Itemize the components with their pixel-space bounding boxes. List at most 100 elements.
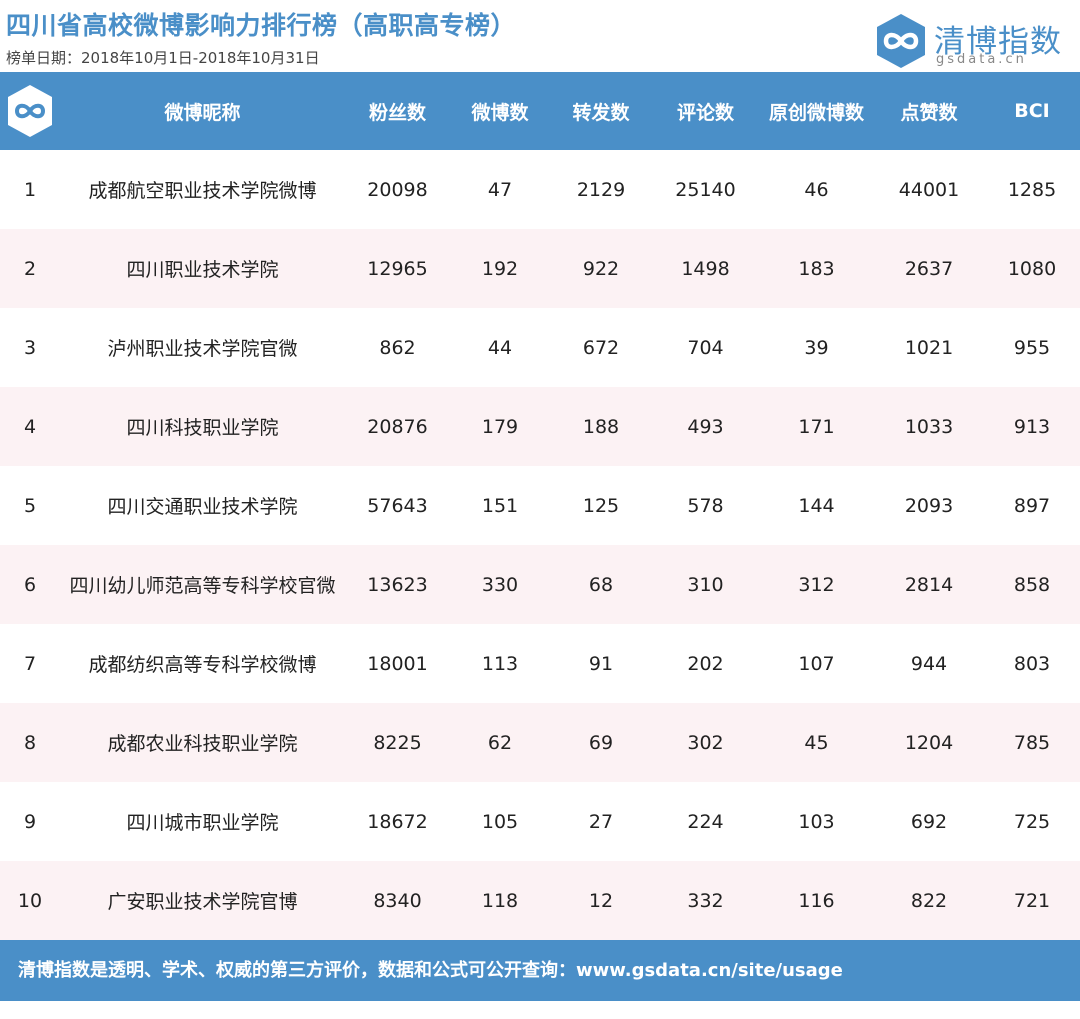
bci-cell: 721 — [984, 861, 1080, 940]
table-row: 2 四川职业技术学院 12965 192 922 1498 183 2637 1… — [0, 229, 1080, 308]
reposts-cell: 68 — [550, 545, 652, 624]
followers-cell: 13623 — [345, 545, 450, 624]
posts-cell: 330 — [450, 545, 550, 624]
likes-cell: 822 — [874, 861, 984, 940]
original-posts-cell: 171 — [759, 387, 874, 466]
original-posts-cell: 39 — [804, 336, 829, 359]
table-row: 7 成都纺织高等专科学校微博 18001 113 91 202 107 944 … — [0, 624, 1080, 703]
column-header-reposts[interactable]: 转发数 — [550, 72, 652, 150]
followers-cell: 18672 — [367, 810, 428, 833]
column-header-bci[interactable]: BCI — [984, 72, 1080, 150]
posts-cell: 62 — [450, 703, 550, 782]
original-posts-cell: 116 — [759, 861, 874, 940]
table-row: 8 成都农业科技职业学院 8225 62 69 302 45 1204 785 — [0, 703, 1080, 782]
likes-cell: 44001 — [898, 178, 960, 201]
original-posts-cell: 103 — [798, 810, 835, 833]
table-row: 4 四川科技职业学院 20876 179 188 493 171 1033 91… — [0, 387, 1080, 466]
comments-cell: 704 — [687, 336, 724, 359]
comments-cell: 1498 — [652, 229, 759, 308]
followers-cell: 57643 — [367, 494, 428, 517]
original-posts-cell: 107 — [798, 652, 835, 675]
column-header-comments[interactable]: 评论数 — [652, 72, 759, 150]
rank-cell: 8 — [0, 703, 60, 782]
rank-cell: 3 — [23, 336, 37, 359]
rank-cell: 9 — [23, 810, 37, 833]
followers-cell: 20098 — [367, 178, 428, 201]
account-name-cell: 四川幼儿师范高等专科学校官微 — [60, 545, 345, 624]
bci-cell: 955 — [1013, 336, 1051, 359]
original-posts-cell: 46 — [804, 178, 829, 201]
followers-cell: 8225 — [345, 703, 450, 782]
column-header-weibo-name[interactable]: 微博昵称 — [60, 72, 345, 150]
comments-cell: 578 — [687, 494, 724, 517]
bci-cell: 913 — [984, 387, 1080, 466]
page-header: 四川省高校微博影响力排行榜（高职高专榜） 榜单日期：2018年10月1日-201… — [0, 0, 1080, 72]
posts-cell: 192 — [450, 229, 550, 308]
column-header-followers[interactable]: 粉丝数 — [345, 72, 450, 150]
rank-cell: 2 — [0, 229, 60, 308]
original-posts-cell: 183 — [759, 229, 874, 308]
posts-cell: 151 — [481, 494, 519, 517]
comments-cell: 332 — [652, 861, 759, 940]
rank-cell: 7 — [23, 652, 37, 675]
likes-cell: 2093 — [904, 494, 954, 517]
rank-cell: 1 — [23, 178, 37, 201]
ranking-table: 微博昵称 粉丝数 微博数 转发数 评论数 原创微博数 点赞数 BCI 1 成都航… — [0, 72, 1080, 940]
comments-cell: 493 — [652, 387, 759, 466]
brand-logo: 清博指数 gsdata.cn — [872, 12, 1072, 68]
table-row: 1 成都航空职业技术学院微博 20098 47 2129 25140 46 44… — [0, 150, 1080, 229]
account-name-cell: 四川职业技术学院 — [60, 229, 345, 308]
followers-cell: 862 — [379, 336, 416, 359]
likes-cell: 944 — [910, 652, 948, 675]
date-range: 榜单日期：2018年10月1日-2018年10月31日 — [6, 49, 320, 67]
reposts-cell: 69 — [550, 703, 652, 782]
comments-cell: 302 — [652, 703, 759, 782]
posts-cell: 47 — [487, 178, 513, 201]
account-name-cell: 成都纺织高等专科学校微博 — [88, 654, 317, 676]
bci-cell: 725 — [1013, 810, 1051, 833]
bci-cell: 1080 — [984, 229, 1080, 308]
original-posts-cell: 144 — [798, 494, 835, 517]
bci-cell: 1285 — [1007, 178, 1057, 201]
account-name-cell: 成都航空职业技术学院微博 — [88, 180, 317, 202]
reposts-cell: 672 — [582, 336, 620, 359]
likes-cell: 2814 — [874, 545, 984, 624]
brand-domain: gsdata.cn — [936, 52, 1027, 67]
header-logo-cell — [0, 72, 60, 150]
original-posts-cell: 312 — [759, 545, 874, 624]
account-name-cell: 四川科技职业学院 — [60, 387, 345, 466]
footer-note: 清博指数是透明、学术、权威的第三方评价，数据和公式可公开查询：www.gsdat… — [0, 940, 1080, 1001]
reposts-cell: 91 — [588, 652, 614, 675]
account-name-cell: 泸州职业技术学院官微 — [107, 338, 298, 360]
posts-cell: 105 — [481, 810, 519, 833]
gsdata-logo-icon — [877, 14, 925, 68]
bci-cell: 897 — [1013, 494, 1051, 517]
likes-cell: 692 — [910, 810, 948, 833]
reposts-cell: 12 — [550, 861, 652, 940]
likes-cell: 1204 — [874, 703, 984, 782]
column-header-likes[interactable]: 点赞数 — [874, 72, 984, 150]
table-row: 5 四川交通职业技术学院 57643 151 125 578 144 2093 … — [0, 466, 1080, 545]
likes-cell: 2637 — [874, 229, 984, 308]
comments-cell: 25140 — [675, 178, 736, 201]
posts-cell: 113 — [481, 652, 519, 675]
table-row: 10 广安职业技术学院官博 8340 118 12 332 116 822 72… — [0, 861, 1080, 940]
bci-cell: 858 — [984, 545, 1080, 624]
bci-cell: 803 — [1013, 652, 1051, 675]
rank-cell: 5 — [23, 494, 37, 517]
column-header-original-posts[interactable]: 原创微博数 — [759, 72, 874, 150]
posts-cell: 118 — [450, 861, 550, 940]
followers-cell: 18001 — [367, 652, 428, 675]
posts-cell: 179 — [450, 387, 550, 466]
table-row: 6 四川幼儿师范高等专科学校官微 13623 330 68 310 312 28… — [0, 545, 1080, 624]
account-name-cell: 广安职业技术学院官博 — [60, 861, 345, 940]
rank-cell: 6 — [0, 545, 60, 624]
page-title: 四川省高校微博影响力排行榜（高职高专榜） — [6, 11, 517, 40]
table-row: 9 四川城市职业学院 18672 105 27 224 103 692 725 — [0, 782, 1080, 861]
reposts-cell: 922 — [550, 229, 652, 308]
likes-cell: 1033 — [874, 387, 984, 466]
followers-cell: 8340 — [345, 861, 450, 940]
account-name-cell: 成都农业科技职业学院 — [60, 703, 345, 782]
account-name-cell: 四川交通职业技术学院 — [107, 496, 298, 518]
column-header-posts[interactable]: 微博数 — [450, 72, 550, 150]
